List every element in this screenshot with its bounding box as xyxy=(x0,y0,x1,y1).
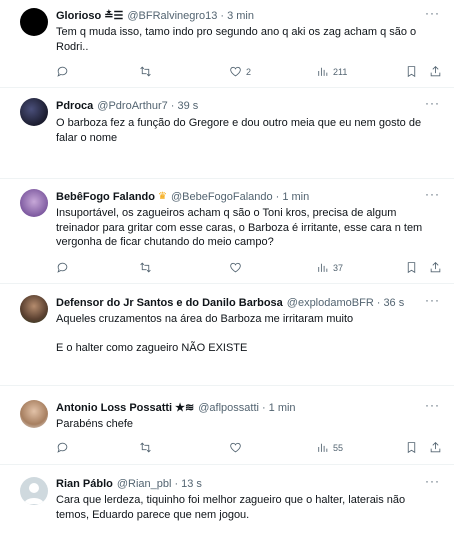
reply-icon xyxy=(56,261,69,276)
views-count: 55 xyxy=(333,443,344,453)
tweet[interactable]: Defensor do Jr Santos e do Danilo Barbos… xyxy=(0,284,454,386)
tweet[interactable]: Rian Páblo @Rian_pbl · 13 s ··· Cara que… xyxy=(0,465,454,554)
retweet-icon xyxy=(139,261,152,276)
separator: · xyxy=(275,191,280,203)
share-icon xyxy=(429,261,442,276)
display-name[interactable]: Defensor do Jr Santos e do Danilo Barbos… xyxy=(56,296,283,310)
share-icon xyxy=(429,65,442,80)
handle[interactable]: @BFRalvinegro13 xyxy=(127,9,217,23)
separator: · xyxy=(261,402,266,414)
like-icon xyxy=(229,261,242,276)
avatar[interactable] xyxy=(20,8,48,36)
avatar[interactable] xyxy=(20,477,48,505)
timestamp[interactable]: 39 s xyxy=(177,99,198,113)
more-icon[interactable]: ··· xyxy=(425,6,440,20)
display-name[interactable]: Glorioso ≛☰ xyxy=(56,9,123,23)
timestamp[interactable]: 3 min xyxy=(227,9,254,23)
tweet-text: Insuportável, os zagueiros acham q são o… xyxy=(56,207,423,248)
crown-icon: ♛ xyxy=(158,191,167,202)
retweet-icon xyxy=(139,65,152,80)
display-name[interactable]: Pdroca xyxy=(56,99,93,113)
display-name[interactable]: Rian Páblo xyxy=(56,477,113,491)
like-icon xyxy=(229,65,242,80)
avatar[interactable] xyxy=(20,295,48,323)
tweet-header: Rian Páblo @Rian_pbl · 13 s xyxy=(56,477,202,491)
separator: · xyxy=(174,478,179,490)
bookmark-button[interactable] xyxy=(405,64,418,80)
views-icon xyxy=(316,261,329,276)
display-name[interactable]: BebêFogo Falando xyxy=(56,190,155,204)
views-icon xyxy=(316,65,329,80)
handle[interactable]: @BebeFogoFalando xyxy=(171,190,273,204)
more-icon[interactable]: ··· xyxy=(425,398,440,412)
retweet-icon xyxy=(139,441,152,456)
tweet[interactable]: Glorioso ≛☰ @BFRalvinegro13 · 3 min ··· … xyxy=(0,0,454,88)
tweet[interactable]: Antonio Loss Possatti ★≋ @aflpossatti · … xyxy=(0,386,454,465)
tweet-text: Cara que lerdeza, tiquinho foi melhor za… xyxy=(56,494,406,521)
tweet-header: Defensor do Jr Santos e do Danilo Barbos… xyxy=(56,296,404,310)
bookmark-button[interactable] xyxy=(405,440,418,456)
tweet-text: O barboza fez a função do Gregore e dou … xyxy=(56,117,422,144)
share-button[interactable] xyxy=(429,64,442,80)
reply-button[interactable] xyxy=(56,260,73,276)
timestamp[interactable]: 36 s xyxy=(383,296,404,310)
action-bar: 55 xyxy=(56,440,446,456)
bookmark-icon xyxy=(405,65,418,80)
bookmark-button[interactable] xyxy=(405,260,418,276)
more-icon[interactable]: ··· xyxy=(425,96,440,110)
reply-button[interactable] xyxy=(56,64,73,80)
action-bar: 37 xyxy=(56,260,446,276)
like-button[interactable]: 2 xyxy=(229,64,251,80)
avatar[interactable] xyxy=(20,400,48,428)
timestamp[interactable]: 1 min xyxy=(282,190,309,204)
views-button[interactable]: 211 xyxy=(316,64,347,80)
views-count: 37 xyxy=(333,263,344,273)
more-icon[interactable]: ··· xyxy=(425,474,440,488)
avatar[interactable] xyxy=(20,189,48,217)
handle[interactable]: @explodamoBFR xyxy=(287,296,374,310)
tweet-text: Tem q muda isso, tamo indo pro segundo a… xyxy=(56,26,417,53)
share-icon xyxy=(429,441,442,456)
share-button[interactable] xyxy=(429,260,442,276)
tweet[interactable]: BebêFogo Falando ♛ @BebeFogoFalando · 1 … xyxy=(0,179,454,284)
handle[interactable]: @PdroArthur7 xyxy=(97,99,167,113)
retweet-button[interactable] xyxy=(139,260,156,276)
views-button[interactable]: 55 xyxy=(316,440,343,456)
timestamp[interactable]: 1 min xyxy=(269,401,296,415)
views-count: 211 xyxy=(333,67,348,77)
share-button[interactable] xyxy=(429,440,442,456)
reply-icon xyxy=(56,65,69,80)
tweet[interactable]: Pdroca @PdroArthur7 · 39 s ··· O barboza… xyxy=(0,88,454,179)
handle[interactable]: @aflpossatti xyxy=(198,401,259,415)
like-button[interactable] xyxy=(229,260,246,276)
avatar[interactable] xyxy=(20,98,48,126)
tweet-header: Glorioso ≛☰ @BFRalvinegro13 · 3 min xyxy=(56,9,254,23)
retweet-button[interactable] xyxy=(139,440,156,456)
reply-icon xyxy=(56,441,69,456)
bookmark-icon xyxy=(405,261,418,276)
timestamp[interactable]: 13 s xyxy=(181,477,202,491)
tweet-text: Parabéns chefe xyxy=(56,418,134,430)
like-count: 2 xyxy=(246,67,252,77)
like-icon xyxy=(229,441,242,456)
action-bar: 2 211 xyxy=(56,64,446,80)
more-icon[interactable]: ··· xyxy=(425,187,440,201)
reply-button[interactable] xyxy=(56,440,73,456)
separator: · xyxy=(220,10,225,22)
separator: · xyxy=(170,100,175,112)
bookmark-icon xyxy=(405,441,418,456)
views-button[interactable]: 37 xyxy=(316,260,343,276)
tweet-header: Antonio Loss Possatti ★≋ @aflpossatti · … xyxy=(56,401,296,415)
separator: · xyxy=(376,297,381,309)
more-icon[interactable]: ··· xyxy=(425,293,440,307)
handle[interactable]: @Rian_pbl xyxy=(117,477,172,491)
like-button[interactable] xyxy=(229,440,246,456)
tweet-header: BebêFogo Falando ♛ @BebeFogoFalando · 1 … xyxy=(56,190,309,204)
display-name[interactable]: Antonio Loss Possatti ★≋ xyxy=(56,401,194,415)
views-icon xyxy=(316,441,329,456)
tweet-header: Pdroca @PdroArthur7 · 39 s xyxy=(56,99,198,113)
default-avatar-icon xyxy=(24,483,44,504)
tweet-text: Aqueles cruzamentos na área do Barboza m… xyxy=(56,313,354,354)
retweet-button[interactable] xyxy=(139,64,156,80)
